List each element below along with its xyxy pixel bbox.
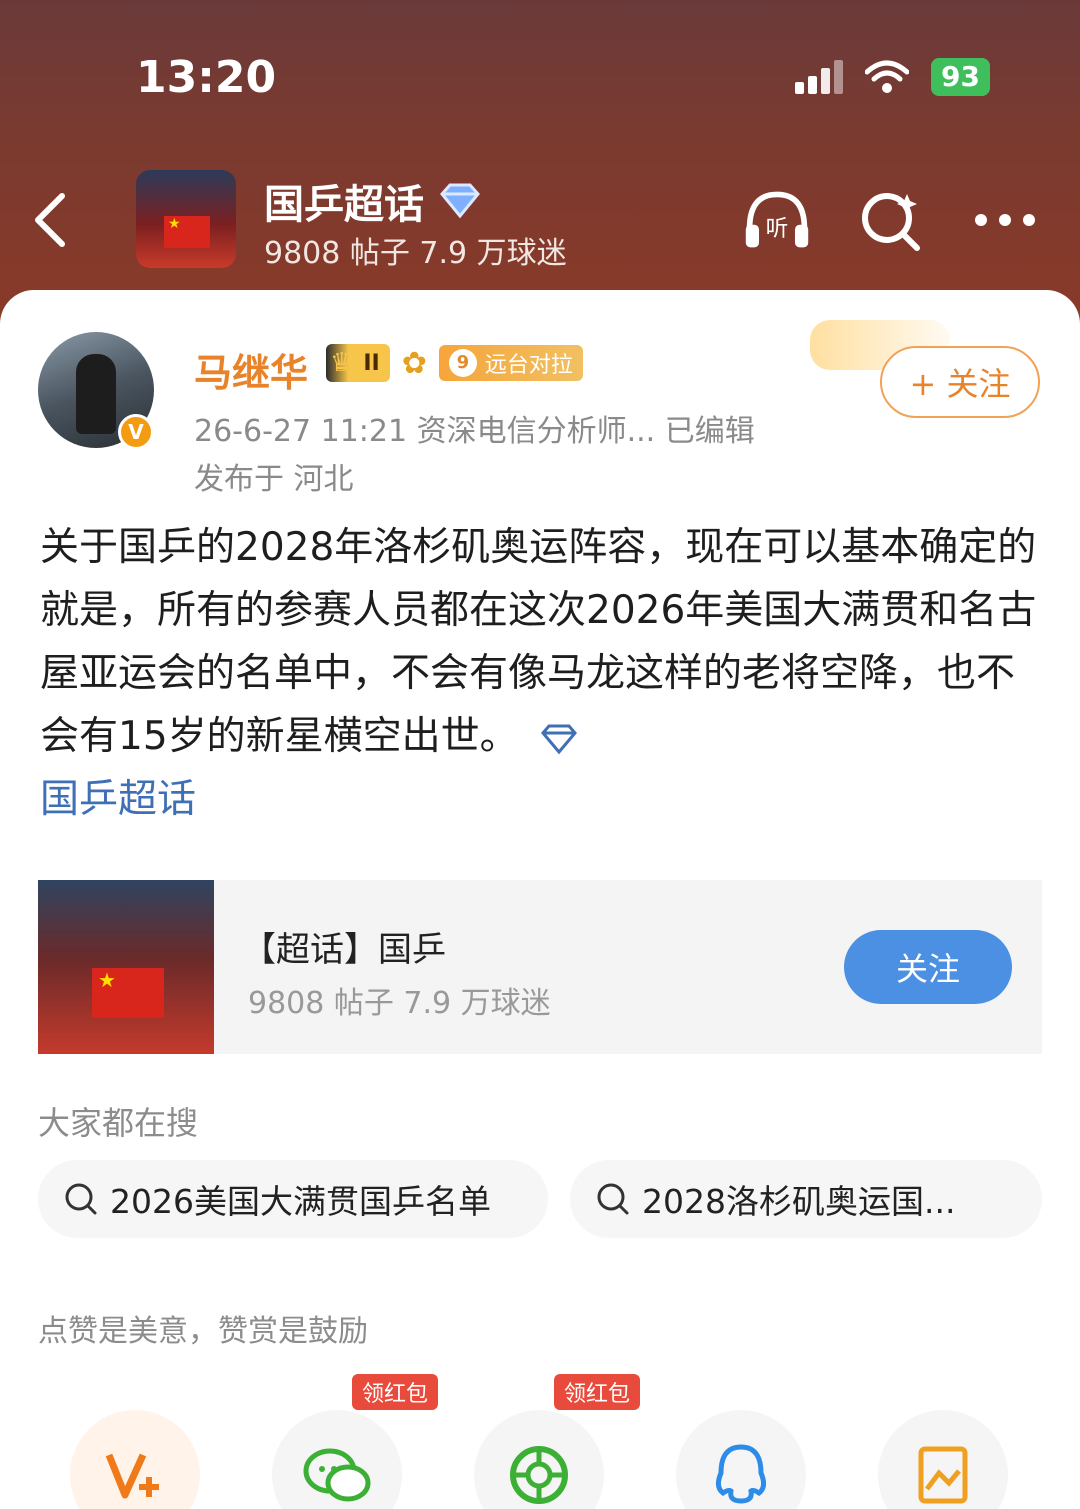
topic-link[interactable]: 国乒超话 bbox=[40, 777, 196, 822]
redpack-label: 领红包 bbox=[352, 1374, 439, 1410]
flag-image bbox=[164, 216, 210, 248]
crown-level: II bbox=[363, 350, 380, 376]
battery-indicator: 93 bbox=[931, 58, 990, 96]
topic-card-thumbnail bbox=[38, 880, 214, 1054]
topic-follow-button[interactable]: 关注 bbox=[844, 930, 1012, 1004]
trending-search-heading: 大家都在搜 bbox=[38, 1104, 199, 1142]
diamond-icon bbox=[440, 183, 480, 219]
topic-header-background bbox=[0, 0, 1080, 330]
topic-card-title: 【超话】国乒 bbox=[242, 930, 446, 970]
redpack-label: 领红包 bbox=[554, 1374, 641, 1410]
share-row: 领红包 领红包 bbox=[0, 1374, 1080, 1509]
signal-icon bbox=[795, 60, 844, 94]
topic-card-stats: 9808 帖子 7.9 万球迷 bbox=[248, 986, 551, 1021]
status-icons: 93 bbox=[795, 58, 990, 96]
level-number: 9 bbox=[448, 349, 477, 377]
v-plus-icon[interactable] bbox=[70, 1410, 200, 1509]
svg-text:听: 听 bbox=[766, 216, 789, 242]
moments-icon[interactable] bbox=[474, 1410, 604, 1509]
follow-button[interactable]: + 关注 bbox=[880, 346, 1040, 418]
post-meta: 26-6-27 11:21 资深电信分析师... 已编辑 bbox=[194, 414, 755, 449]
topic-title-text: 国乒超话 bbox=[264, 182, 424, 228]
search-icon bbox=[597, 1183, 629, 1215]
search-chip-label: 2026美国大满贯国乒名单 bbox=[110, 1182, 491, 1221]
topic-title: 国乒超话 bbox=[264, 172, 482, 230]
header-actions: 听 bbox=[742, 185, 1040, 255]
post-body: 关于国乒的2028年洛杉矶奥运阵容，现在可以基本确定的就是，所有的参赛人员都在这… bbox=[40, 516, 1040, 831]
topic-stats: 9808 帖子 7.9 万球迷 bbox=[264, 236, 567, 271]
post-card: V 马继华 ♛ II ✿ 9 远台对拉 + 关注 26-6-27 11:21 资… bbox=[0, 290, 1080, 1509]
user-badges: ♛ II ✿ 9 远台对拉 bbox=[326, 344, 583, 382]
search-chip[interactable]: 2026美国大满贯国乒名单 bbox=[38, 1160, 548, 1238]
level-badge[interactable]: 9 远台对拉 bbox=[438, 345, 583, 381]
level-label: 远台对拉 bbox=[484, 353, 573, 378]
crown-badge[interactable]: ♛ II bbox=[326, 344, 390, 382]
more-icon[interactable] bbox=[970, 185, 1040, 255]
qq-icon[interactable] bbox=[676, 1410, 806, 1509]
verified-badge-icon: V bbox=[118, 414, 154, 450]
listen-icon[interactable]: 听 bbox=[742, 185, 812, 255]
search-icon[interactable] bbox=[856, 185, 926, 255]
wechat-icon[interactable] bbox=[272, 1410, 402, 1509]
search-chip[interactable]: 2028洛杉矶奥运国... bbox=[570, 1160, 1042, 1238]
diamond-link-icon bbox=[540, 724, 577, 754]
status-time: 13:20 bbox=[136, 52, 277, 103]
search-icon bbox=[65, 1183, 97, 1215]
topic-thumbnail[interactable] bbox=[136, 170, 236, 268]
search-chip-label: 2028洛杉矶奥运国... bbox=[642, 1182, 956, 1221]
image-icon[interactable] bbox=[878, 1410, 1008, 1509]
user-name[interactable]: 马继华 bbox=[194, 342, 308, 397]
topic-card[interactable]: 【超话】国乒 9808 帖子 7.9 万球迷 关注 bbox=[38, 880, 1042, 1054]
crown-icon: ♛ bbox=[330, 348, 354, 378]
reward-prompt: 点赞是美意，赞赏是鼓励 bbox=[38, 1314, 368, 1349]
post-location: 发布于 河北 bbox=[194, 462, 354, 497]
wifi-icon bbox=[865, 60, 910, 93]
sunflower-icon: ✿ bbox=[401, 345, 427, 381]
flag-image bbox=[92, 968, 164, 1018]
back-arrow-icon[interactable] bbox=[30, 190, 70, 250]
